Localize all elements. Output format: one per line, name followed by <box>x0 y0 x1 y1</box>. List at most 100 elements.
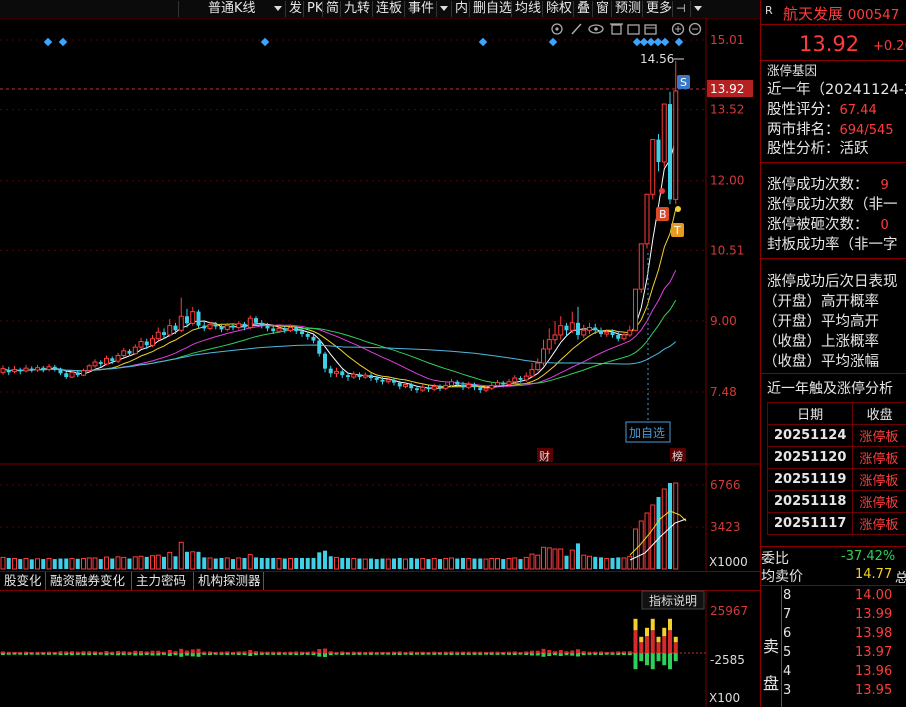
volume-unit: X1000 <box>709 555 748 569</box>
toolbar-dropdown-button[interactable] <box>436 1 450 17</box>
volume-chart[interactable]: 6766 3423 X1000 <box>0 465 760 571</box>
order-level: 3 <box>783 683 792 698</box>
shop-icon[interactable] <box>644 24 657 35</box>
indicator-chart[interactable]: 指标说明 25967 -2585 X100 <box>0 590 760 707</box>
toolbar-item-jian[interactable]: 简 <box>322 1 342 17</box>
volume-bar <box>569 549 575 570</box>
volume-tick-mid: 3423 <box>710 520 741 534</box>
table-row[interactable]: 20251120 涨停板 <box>766 446 906 469</box>
order-price[interactable]: 13.98 <box>855 626 892 641</box>
volume-bar <box>478 558 483 569</box>
row-status: 涨停板 <box>852 512 906 535</box>
volume-bar <box>224 557 230 570</box>
analysis-row: 股性分析：活跃 <box>767 137 869 158</box>
order-price[interactable]: 14.00 <box>855 588 892 603</box>
pin-icon[interactable]: ⊣ <box>672 1 688 17</box>
candlestick <box>6 366 11 376</box>
seal-rate-label: 封板成功率（非一字 <box>767 237 898 253</box>
order-price[interactable]: 13.99 <box>855 607 892 622</box>
toolbar-item-nei[interactable]: 内 <box>451 1 471 17</box>
order-price[interactable]: 13.95 <box>855 683 892 698</box>
tab-margin-change[interactable]: 融资融券变化 <box>46 572 132 590</box>
event-markers[interactable] <box>43 37 684 47</box>
current-price-value: 13.92 <box>710 82 744 96</box>
volume-grid <box>0 484 706 528</box>
success-label: 涨停成功次数： <box>767 177 869 193</box>
settings-icon[interactable] <box>551 23 563 35</box>
stock-price: 13.92 <box>799 32 860 56</box>
toolbar-item-delete-watch[interactable]: 删自选 <box>469 1 515 17</box>
avg-sell-suffix: 总 <box>895 567 906 586</box>
sell-marker-label: S <box>680 76 687 89</box>
table-row[interactable]: 20251124 涨停板 <box>766 424 906 447</box>
volume-bar <box>167 551 173 570</box>
chart-toolbar: 普通K线 发 PK 简 九转 连板 事件 内 删自选 均线 除权 叠 窗 预测 … <box>0 0 760 19</box>
volume-bar <box>276 558 282 570</box>
volume-bar <box>644 512 650 570</box>
divider <box>761 585 906 586</box>
kline-mode-dropdown[interactable]: 普通K线 <box>178 1 285 17</box>
stock-change: +0.26 <box>873 39 906 54</box>
candlestick <box>633 288 638 332</box>
order-price[interactable]: 13.97 <box>855 645 892 660</box>
volume-bar <box>426 559 431 569</box>
price-chart[interactable]: 15.01 13.52 12.00 10.51 9.00 7.48 13.92 14.56… <box>0 18 760 465</box>
order-price[interactable]: 13.96 <box>855 664 892 679</box>
toolbar-item-chuquan[interactable]: 除权 <box>542 1 575 17</box>
candlestick <box>581 324 587 338</box>
toolbar-item-forecast[interactable]: 预测 <box>611 1 644 17</box>
toolbar-item-shijian[interactable]: 事件 <box>404 1 437 17</box>
zoom-in-icon[interactable] <box>671 22 685 36</box>
toolbar-item-more[interactable]: 更多 <box>642 1 675 17</box>
ma-line <box>2 139 677 389</box>
volume-bar <box>656 497 661 569</box>
toolbar-item-window[interactable]: 窗 <box>592 1 612 17</box>
tab-main-force[interactable]: 主力密码 <box>132 572 194 590</box>
zoom-out-icon[interactable] <box>688 22 702 36</box>
volume-bar <box>328 556 333 569</box>
buy-marker-label: B <box>659 208 667 221</box>
table-row[interactable]: 20251118 涨停板 <box>766 490 906 513</box>
volume-bar <box>231 559 235 569</box>
table-row[interactable]: 20251117 涨停板 <box>766 512 906 535</box>
candlestick <box>385 377 391 384</box>
candlestick <box>29 366 34 373</box>
volume-bar <box>121 556 127 570</box>
t-marker[interactable]: T <box>671 223 684 237</box>
volume-bar <box>466 558 472 570</box>
candlestick <box>155 327 161 341</box>
case-icon[interactable] <box>627 24 640 35</box>
eye-icon[interactable] <box>588 24 604 34</box>
chevron-down-icon <box>440 6 448 11</box>
column-header-date: 日期 <box>766 402 854 425</box>
table-row[interactable]: 20251119 涨停板 <box>766 468 906 491</box>
delete-icon[interactable] <box>610 23 623 35</box>
buy-marker[interactable]: B <box>656 207 669 221</box>
volume-bar <box>397 557 402 569</box>
stock-info-panel: R 航天发展 000547 13.92 +0.26 涨停基因 近一年（20241… <box>760 0 906 707</box>
toolbar-item-fa[interactable]: 发 <box>285 1 305 17</box>
volume-bar <box>443 558 449 570</box>
candlestick <box>661 103 667 167</box>
row-status: 涨停板 <box>852 490 906 513</box>
sell-marker[interactable]: S <box>677 75 690 89</box>
signal-dot-red <box>659 188 665 194</box>
toolbar-item-lianban[interactable]: 连板 <box>372 1 405 17</box>
volume-bar <box>576 543 580 569</box>
volume-bar <box>541 546 546 570</box>
candlestick <box>138 337 144 349</box>
toolbar-more-dropdown[interactable] <box>690 1 706 17</box>
rating-value: 67.44 <box>839 103 877 118</box>
draw-pen-icon[interactable] <box>571 23 582 35</box>
volume-bar <box>438 559 442 569</box>
tab-stock-change[interactable]: 股变化 <box>0 572 46 590</box>
volume-bar <box>0 556 6 570</box>
volume-bar <box>265 557 270 569</box>
toolbar-item-overlay[interactable]: 叠 <box>573 1 593 17</box>
toolbar-item-ma[interactable]: 均线 <box>511 1 544 17</box>
indicator-tick-high: 25967 <box>710 604 748 618</box>
toolbar-item-jiuzhuan[interactable]: 九转 <box>340 1 373 17</box>
volume-bar <box>587 555 592 570</box>
rank-label: 两市排名： <box>767 122 840 138</box>
tab-institution-detector[interactable]: 机构探测器 <box>194 572 264 590</box>
